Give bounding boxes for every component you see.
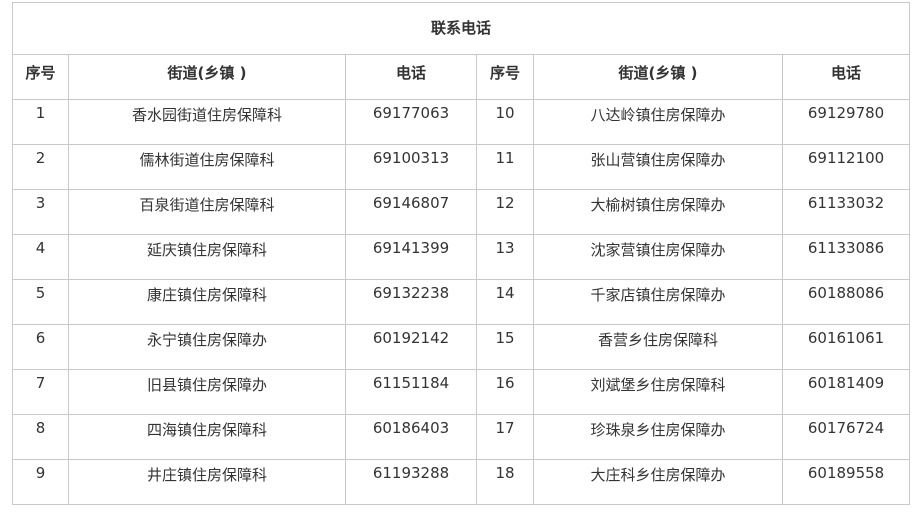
row-phone: 60186403 <box>345 414 477 460</box>
header-phone-left: 电话 <box>345 54 477 100</box>
row-phone: 60189558 <box>781 459 911 505</box>
header-street-right: 街道(乡镇 ) <box>533 54 783 100</box>
row-no: 12 <box>476 189 534 235</box>
row-no: 8 <box>12 414 69 460</box>
table-row: 7 旧县镇住房保障办 61151184 16 刘斌堡乡住房保障科 60181409 <box>12 369 911 415</box>
table-row: 1 香水园街道住房保障科 69177063 10 八达岭镇住房保障办 69129780 <box>12 99 911 145</box>
row-no: 6 <box>12 324 69 370</box>
row-no: 18 <box>476 459 534 505</box>
row-street-name: 延庆镇住房保障科 <box>68 234 346 280</box>
row-street-name: 珍珠泉乡住房保障办 <box>533 414 783 460</box>
header-street-left: 街道(乡镇 ) <box>68 54 346 100</box>
row-street-name: 四海镇住房保障科 <box>68 414 346 460</box>
row-street-name: 香营乡住房保障科 <box>533 324 783 370</box>
table-header-row: 序号 街道(乡镇 ) 电话 序号 街道(乡镇 ) 电话 <box>12 54 911 100</box>
row-no: 17 <box>476 414 534 460</box>
row-street-name: 大榆树镇住房保障办 <box>533 189 783 235</box>
row-phone: 61133086 <box>781 234 911 280</box>
row-phone: 69100313 <box>345 144 477 190</box>
row-phone: 69132238 <box>345 279 477 325</box>
row-phone: 61133032 <box>781 189 911 235</box>
row-no: 4 <box>12 234 69 280</box>
table-row: 6 永宁镇住房保障办 60192142 15 香营乡住房保障科 60161061 <box>12 324 911 370</box>
page: 联系电话 序号 街道(乡镇 ) 电话 序号 街道(乡镇 ) 电话 1 香水园街道住… <box>0 0 923 518</box>
row-phone: 60188086 <box>781 279 911 325</box>
row-no: 15 <box>476 324 534 370</box>
row-phone: 69112100 <box>781 144 911 190</box>
row-phone: 61193288 <box>345 459 477 505</box>
row-street-name: 井庄镇住房保障科 <box>68 459 346 505</box>
row-phone: 60161061 <box>781 324 911 370</box>
row-street-name: 张山营镇住房保障办 <box>533 144 783 190</box>
header-no-left: 序号 <box>12 54 69 100</box>
row-street-name: 刘斌堡乡住房保障科 <box>533 369 783 415</box>
row-no: 7 <box>12 369 69 415</box>
row-street-name: 千家店镇住房保障办 <box>533 279 783 325</box>
row-no: 1 <box>12 99 69 145</box>
row-no: 16 <box>476 369 534 415</box>
row-street-name: 旧县镇住房保障办 <box>68 369 346 415</box>
row-street-name: 香水园街道住房保障科 <box>68 99 346 145</box>
row-no: 14 <box>476 279 534 325</box>
table-row: 3 百泉街道住房保障科 69146807 12 大榆树镇住房保障办 61133032 <box>12 189 911 235</box>
header-no-right: 序号 <box>476 54 534 100</box>
table-row: 4 延庆镇住房保障科 69141399 13 沈家营镇住房保障办 61133086 <box>12 234 911 280</box>
table-title: 联系电话 <box>11 2 911 55</box>
row-street-name: 大庄科乡住房保障办 <box>533 459 783 505</box>
row-street-name: 儒林街道住房保障科 <box>68 144 346 190</box>
row-street-name: 沈家营镇住房保障办 <box>533 234 783 280</box>
row-phone: 69177063 <box>345 99 477 145</box>
table-row: 2 儒林街道住房保障科 69100313 11 张山营镇住房保障办 69112100 <box>12 144 911 190</box>
table-body: 1 香水园街道住房保障科 69177063 10 八达岭镇住房保障办 69129780 2 儒… <box>12 99 911 505</box>
row-phone: 69141399 <box>345 234 477 280</box>
row-street-name: 八达岭镇住房保障办 <box>533 99 783 145</box>
contacts-table: 联系电话 序号 街道(乡镇 ) 电话 序号 街道(乡镇 ) 电话 1 香水园街道住… <box>11 2 911 505</box>
table-row: 9 井庄镇住房保障科 61193288 18 大庄科乡住房保障办 60189558 <box>12 459 911 505</box>
row-no: 9 <box>12 459 69 505</box>
row-phone: 60176724 <box>781 414 911 460</box>
row-street-name: 百泉街道住房保障科 <box>68 189 346 235</box>
row-phone: 60192142 <box>345 324 477 370</box>
row-no: 2 <box>12 144 69 190</box>
row-phone: 61151184 <box>345 369 477 415</box>
table-row: 8 四海镇住房保障科 60186403 17 珍珠泉乡住房保障办 60176724 <box>12 414 911 460</box>
row-no: 3 <box>12 189 69 235</box>
table-title-row: 联系电话 <box>11 2 911 55</box>
row-no: 11 <box>476 144 534 190</box>
row-no: 5 <box>12 279 69 325</box>
row-no: 10 <box>476 99 534 145</box>
table-row: 5 康庄镇住房保障科 69132238 14 千家店镇住房保障办 60188086 <box>12 279 911 325</box>
row-phone: 60181409 <box>781 369 911 415</box>
header-phone-right: 电话 <box>781 54 911 100</box>
row-phone: 69129780 <box>781 99 911 145</box>
row-phone: 69146807 <box>345 189 477 235</box>
row-street-name: 永宁镇住房保障办 <box>68 324 346 370</box>
row-street-name: 康庄镇住房保障科 <box>68 279 346 325</box>
row-no: 13 <box>476 234 534 280</box>
